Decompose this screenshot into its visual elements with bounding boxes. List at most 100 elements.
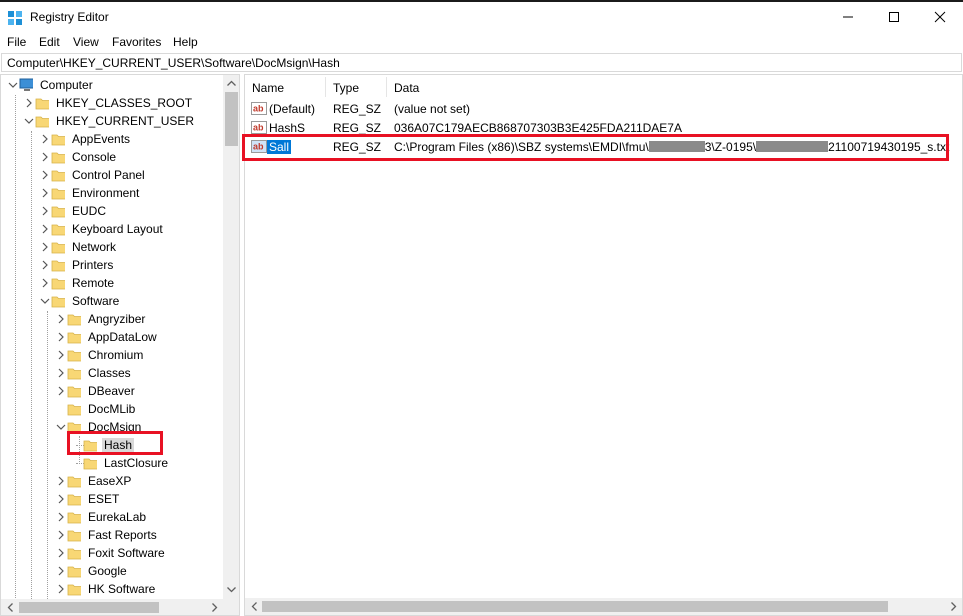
tree-item-label[interactable]: AppDataLow <box>86 330 159 344</box>
tree-item-label[interactable]: AppEvents <box>70 132 132 146</box>
chevron-right-icon[interactable] <box>55 565 67 577</box>
menu-file[interactable]: File <box>7 35 26 49</box>
value-name[interactable]: (Default) <box>269 102 315 116</box>
tree-item-label[interactable]: DocMLib <box>86 402 137 416</box>
tree-item-software[interactable]: Software <box>1 292 223 310</box>
tree-item-label[interactable]: Computer <box>38 78 95 92</box>
scroll-left-arrow[interactable] <box>1 599 18 615</box>
scroll-right-arrow[interactable] <box>945 598 962 615</box>
chevron-right-icon[interactable] <box>55 331 67 343</box>
tree-item-label[interactable]: Network <box>70 240 118 254</box>
tree-item-hkey-current-user[interactable]: HKEY_CURRENT_USER <box>1 112 223 130</box>
tree-horizontal-scrollbar[interactable] <box>1 599 223 615</box>
tree-item-label[interactable]: EurekaLab <box>86 510 148 524</box>
tree-item-label[interactable]: Console <box>70 150 118 164</box>
chevron-right-icon[interactable] <box>39 259 51 271</box>
value-row[interactable]: ab (Default) REG_SZ (value not set) <box>245 99 962 118</box>
tree-item-foxit-software[interactable]: Foxit Software <box>1 544 223 562</box>
chevron-down-icon[interactable] <box>23 115 35 127</box>
tree-item-lastclosure[interactable]: LastClosure <box>1 454 223 472</box>
tree-item-label[interactable]: ESET <box>86 492 121 506</box>
maximize-button[interactable] <box>871 2 917 32</box>
chevron-right-icon[interactable] <box>39 169 51 181</box>
column-name[interactable]: Name <box>245 75 325 99</box>
tree-item-easexp[interactable]: EaseXP <box>1 472 223 490</box>
chevron-right-icon[interactable] <box>55 529 67 541</box>
tree-item-label[interactable]: EUDC <box>70 204 108 218</box>
menu-help[interactable]: Help <box>173 35 198 49</box>
tree-item-chromium[interactable]: Chromium <box>1 346 223 364</box>
tree-item-label[interactable]: Classes <box>86 366 133 380</box>
chevron-right-icon[interactable] <box>55 583 67 595</box>
title-bar[interactable]: Registry Editor <box>0 2 963 32</box>
tree-item-label[interactable]: Google <box>86 564 129 578</box>
tree-item-label[interactable]: HKEY_CURRENT_USER <box>54 114 196 128</box>
tree-item-eudc[interactable]: EUDC <box>1 202 223 220</box>
address-path[interactable]: Computer\HKEY_CURRENT_USER\Software\DocM… <box>7 56 340 70</box>
tree-item-label[interactable]: HK Software <box>86 582 157 596</box>
column-data[interactable]: Data <box>387 75 957 99</box>
tree-item-appdatalow[interactable]: AppDataLow <box>1 328 223 346</box>
tree-item-fast-reports[interactable]: Fast Reports <box>1 526 223 544</box>
tree-item-label[interactable]: Control Panel <box>70 168 147 182</box>
column-type[interactable]: Type <box>326 75 386 99</box>
tree-item-hk-software[interactable]: HK Software <box>1 580 223 598</box>
tree-item-label[interactable]: Keyboard Layout <box>70 222 165 236</box>
tree-item-network[interactable]: Network <box>1 238 223 256</box>
chevron-right-icon[interactable] <box>55 349 67 361</box>
tree-item-eset[interactable]: ESET <box>1 490 223 508</box>
tree-item-label[interactable]: Remote <box>70 276 116 290</box>
tree-item-classes[interactable]: Classes <box>1 364 223 382</box>
chevron-right-icon[interactable] <box>23 97 35 109</box>
address-bar[interactable]: Computer\HKEY_CURRENT_USER\Software\DocM… <box>1 53 962 72</box>
list-horizontal-scrollbar[interactable] <box>245 598 962 615</box>
tree-item-remote[interactable]: Remote <box>1 274 223 292</box>
tree-item-label[interactable]: EaseXP <box>86 474 133 488</box>
chevron-right-icon[interactable] <box>39 151 51 163</box>
scroll-up-arrow[interactable] <box>223 75 239 92</box>
tree-item-google[interactable]: Google <box>1 562 223 580</box>
key-tree[interactable]: Computer HKEY_CLASSES_ROOT HKEY_CURRENT_US… <box>0 74 240 616</box>
chevron-right-icon[interactable] <box>55 385 67 397</box>
chevron-right-icon[interactable] <box>55 475 67 487</box>
tree-item-angryziber[interactable]: Angryziber <box>1 310 223 328</box>
chevron-right-icon[interactable] <box>39 187 51 199</box>
menu-view[interactable]: View <box>73 35 99 49</box>
tree-item-computer[interactable]: Computer <box>1 76 223 94</box>
tree-item-label[interactable]: Foxit Software <box>86 546 167 560</box>
tree-item-dbeaver[interactable]: DBeaver <box>1 382 223 400</box>
tree-item-label[interactable]: Angryziber <box>86 312 147 326</box>
chevron-right-icon[interactable] <box>39 205 51 217</box>
value-name[interactable]: HashS <box>269 121 305 135</box>
tree-item-eurekalab[interactable]: EurekaLab <box>1 508 223 526</box>
tree-vertical-scrollbar[interactable] <box>223 75 239 599</box>
scroll-thumb[interactable] <box>19 602 159 613</box>
chevron-right-icon[interactable] <box>55 313 67 325</box>
tree-item-label[interactable]: DBeaver <box>86 384 137 398</box>
tree-item-label[interactable]: Chromium <box>86 348 145 362</box>
tree-item-label[interactable]: LastClosure <box>102 456 170 470</box>
close-button[interactable] <box>917 2 963 32</box>
tree-item-label[interactable]: Printers <box>70 258 115 272</box>
tree-item-label[interactable]: Environment <box>70 186 141 200</box>
chevron-right-icon[interactable] <box>39 133 51 145</box>
chevron-right-icon[interactable] <box>55 367 67 379</box>
tree-item-keyboard-layout[interactable]: Keyboard Layout <box>1 220 223 238</box>
chevron-down-icon[interactable] <box>55 421 67 433</box>
tree-item-label[interactable]: HKEY_CLASSES_ROOT <box>54 96 194 110</box>
chevron-right-icon[interactable] <box>55 493 67 505</box>
tree-item-docmlib[interactable]: DocMLib <box>1 400 223 418</box>
tree-item-console[interactable]: Console <box>1 148 223 166</box>
tree-item-control-panel[interactable]: Control Panel <box>1 166 223 184</box>
scroll-thumb[interactable] <box>225 92 238 146</box>
scroll-right-arrow[interactable] <box>206 599 223 615</box>
chevron-right-icon[interactable] <box>55 511 67 523</box>
tree-item-label[interactable]: Software <box>70 294 121 308</box>
menu-favorites[interactable]: Favorites <box>112 35 161 49</box>
chevron-down-icon[interactable] <box>7 79 19 91</box>
menu-edit[interactable]: Edit <box>39 35 60 49</box>
minimize-button[interactable] <box>825 2 871 32</box>
scroll-left-arrow[interactable] <box>245 598 262 615</box>
scroll-down-arrow[interactable] <box>223 582 239 599</box>
tree-item-printers[interactable]: Printers <box>1 256 223 274</box>
